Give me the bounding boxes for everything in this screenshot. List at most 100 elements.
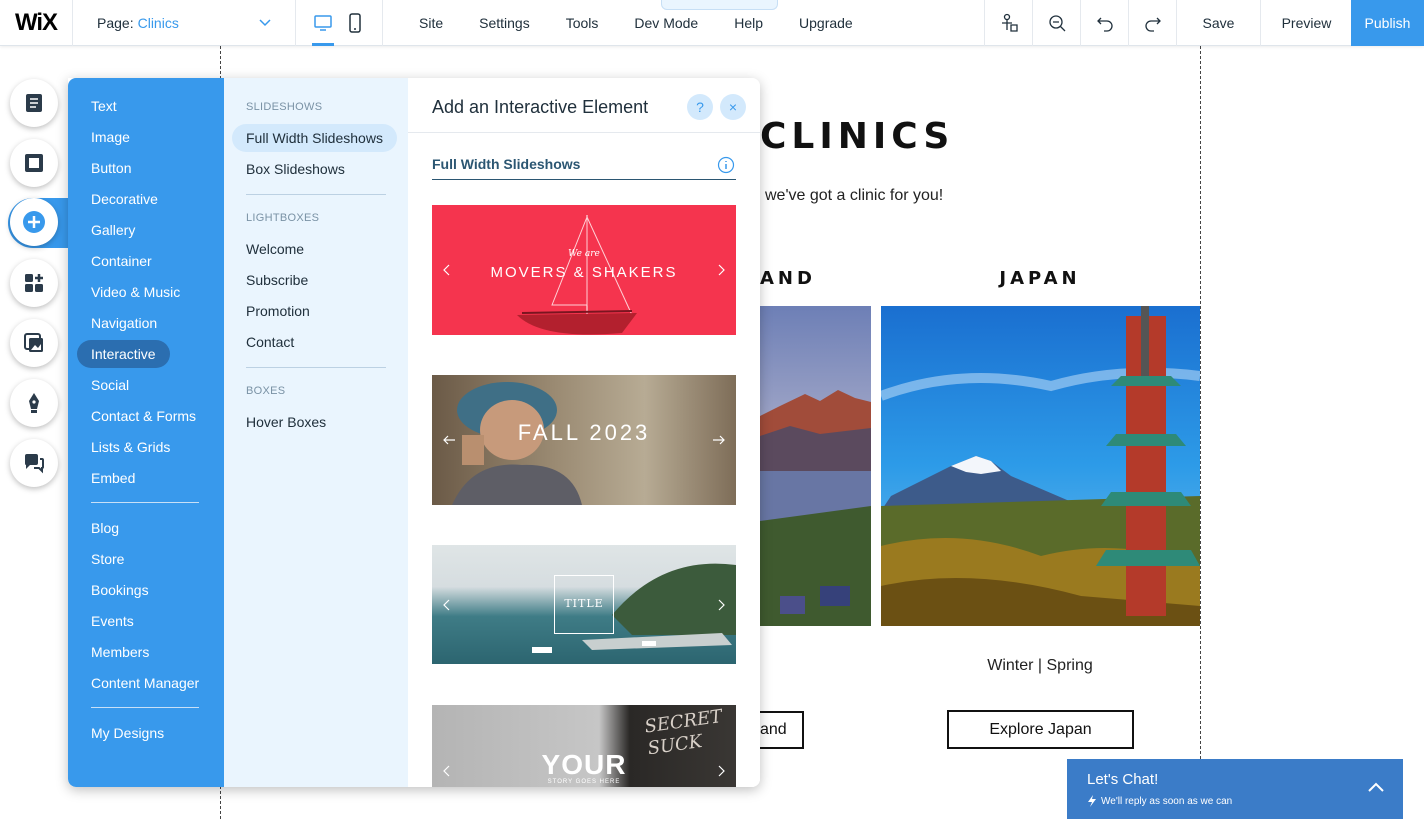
explore-japan-button[interactable]: Explore Japan (947, 710, 1134, 749)
redo-tool[interactable] (1128, 0, 1176, 46)
category-my-designs[interactable]: My Designs (91, 725, 164, 741)
blog-button[interactable] (10, 379, 58, 427)
slideshow-preset-movers-shakers[interactable]: We are MOVERS & SHAKERS (432, 205, 736, 335)
chevron-up-icon[interactable] (1367, 779, 1385, 797)
accessibility-tool[interactable] (984, 0, 1032, 46)
category-gallery[interactable]: Gallery (91, 222, 135, 238)
category-lists-grids[interactable]: Lists & Grids (91, 439, 170, 455)
arrow-right-icon (713, 435, 725, 445)
sub-hover-boxes[interactable]: Hover Boxes (246, 414, 326, 430)
subcategory-divider (246, 194, 386, 195)
zoom-tool[interactable] (1032, 0, 1080, 46)
menu-upgrade[interactable]: Upgrade (799, 15, 853, 31)
slideshow-preset-your-story[interactable]: SECRET SUCK YOUR STORY GOES HERE (432, 705, 736, 787)
slideshows-heading: SLIDESHOWS (246, 101, 323, 113)
site-subtitle[interactable]: we've got a clinic for you! (765, 187, 943, 205)
country-left-heading[interactable]: AND (760, 268, 816, 289)
page-selector[interactable]: Page: Clinics (73, 0, 296, 46)
slideshow-preset-fall[interactable]: FALL 2023 (432, 375, 736, 505)
plus-icon (23, 211, 45, 233)
menu-tools[interactable]: Tools (566, 15, 599, 31)
category-contact-forms[interactable]: Contact & Forms (91, 408, 196, 424)
mobile-icon[interactable] (344, 12, 366, 34)
category-container[interactable]: Container (91, 253, 152, 269)
pen-nib-icon (29, 393, 39, 413)
thumb-headline: YOUR (541, 749, 627, 780)
subcategory-divider (246, 367, 386, 368)
add-elements-panel: Text Image Button Decorative Gallery Con… (68, 78, 760, 787)
category-list: Text Image Button Decorative Gallery Con… (68, 78, 224, 787)
sub-contact[interactable]: Contact (246, 334, 294, 350)
add-button[interactable] (10, 198, 58, 246)
menu-dev-mode[interactable]: Dev Mode (634, 15, 698, 31)
menu-site[interactable]: Site (419, 15, 443, 31)
title-divider (408, 132, 760, 133)
preview-button[interactable]: Preview (1260, 0, 1352, 46)
site-title[interactable]: CLINICS (760, 116, 954, 157)
chat-subtitle-text: We'll reply as soon as we can (1101, 795, 1233, 807)
apps-icon (25, 274, 43, 292)
pages-button[interactable] (10, 79, 58, 127)
category-decorative[interactable]: Decorative (91, 191, 158, 207)
chat-button[interactable] (10, 439, 58, 487)
category-text[interactable]: Text (91, 98, 117, 114)
category-blog[interactable]: Blog (91, 520, 119, 536)
category-navigation[interactable]: Navigation (91, 315, 157, 331)
section-underline (432, 179, 736, 180)
category-interactive[interactable]: Interactive (77, 340, 170, 368)
sub-full-width-slideshows[interactable]: Full Width Slideshows (232, 124, 397, 152)
category-button[interactable]: Button (91, 160, 131, 176)
page-label: Page: (97, 15, 134, 31)
main-menu: Site Settings Tools Dev Mode Help Upgrad… (383, 0, 853, 46)
sub-promotion[interactable]: Promotion (246, 303, 310, 319)
category-embed[interactable]: Embed (91, 470, 135, 486)
left-rail (0, 46, 70, 819)
undo-tool[interactable] (1080, 0, 1128, 46)
lightning-icon (1088, 795, 1096, 807)
save-button[interactable]: Save (1176, 0, 1260, 46)
thumb-headline: FALL 2023 (517, 420, 651, 445)
toolbar-icons (984, 0, 1176, 46)
country-japan-heading[interactable]: JAPAN (881, 268, 1199, 289)
chat-bubbles-icon (25, 454, 44, 474)
add-apps-button[interactable] (10, 259, 58, 307)
background-icon (25, 154, 43, 172)
top-bar: WiX Page: Clinics Site Settings Tools De… (0, 0, 1424, 46)
season-japan-text[interactable]: Winter | Spring (881, 657, 1199, 675)
category-events[interactable]: Events (91, 613, 134, 629)
chevron-down-icon (259, 19, 271, 27)
category-bookings[interactable]: Bookings (91, 582, 149, 598)
category-members[interactable]: Members (91, 644, 149, 660)
menu-help[interactable]: Help (734, 15, 763, 31)
desktop-icon[interactable] (312, 12, 334, 34)
category-video-music[interactable]: Video & Music (91, 284, 180, 300)
mount-fuji-pagoda-photo[interactable] (881, 306, 1200, 626)
help-button[interactable]: ? (687, 94, 713, 120)
arrow-right-icon (718, 599, 725, 610)
thumb-small-text: STORY GOES HERE (547, 779, 621, 785)
sub-box-slideshows[interactable]: Box Slideshows (246, 161, 345, 177)
zoom-out-icon (1048, 15, 1065, 32)
sub-welcome[interactable]: Welcome (246, 241, 304, 257)
chat-widget[interactable]: Let's Chat! We'll reply as soon as we ca… (1067, 759, 1403, 819)
background-button[interactable] (10, 139, 58, 187)
category-store[interactable]: Store (91, 551, 124, 567)
pages-icon (26, 94, 42, 112)
slideshow-preset-title[interactable]: TITLE (432, 545, 736, 664)
close-button[interactable]: × (720, 94, 746, 120)
sub-subscribe[interactable]: Subscribe (246, 272, 308, 288)
category-social[interactable]: Social (91, 377, 129, 393)
media-icon (24, 333, 43, 352)
media-button[interactable] (10, 319, 58, 367)
arrow-left-icon (443, 765, 450, 777)
lake-mountain-photo[interactable] (760, 306, 871, 626)
publish-button[interactable]: Publish (1351, 0, 1424, 46)
boxes-heading: BOXES (246, 385, 286, 397)
wix-logo[interactable]: WiX (0, 0, 73, 46)
info-icon[interactable] (717, 156, 735, 174)
collapse-topbar-tab[interactable]: ⌃ (661, 0, 778, 10)
menu-settings[interactable]: Settings (479, 15, 530, 31)
category-image[interactable]: Image (91, 129, 130, 145)
category-content-manager[interactable]: Content Manager (91, 675, 199, 691)
page-value: Clinics (137, 15, 179, 31)
